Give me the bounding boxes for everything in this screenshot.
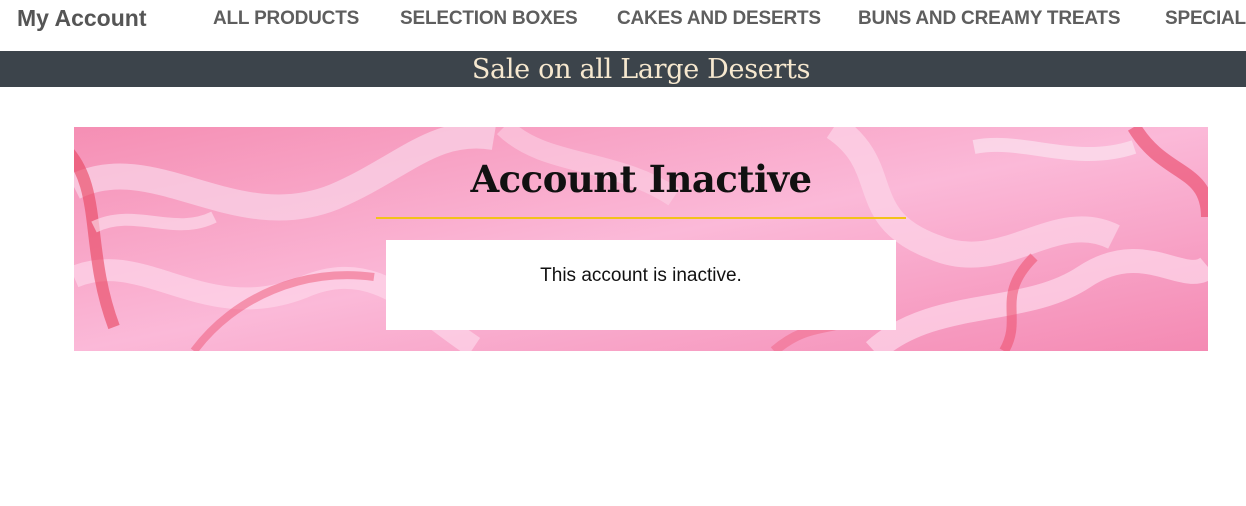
nav-selection-boxes[interactable]: SELECTION BOXES bbox=[400, 8, 578, 30]
hero-section: Account Inactive This account is inactiv… bbox=[74, 127, 1208, 351]
inactive-message: This account is inactive. bbox=[540, 265, 742, 286]
nav-buns-and-creamy-treats[interactable]: BUNS AND CREAMY TREATS bbox=[858, 8, 1121, 30]
nav-special[interactable]: SPECIAL bbox=[1165, 8, 1246, 30]
message-card: This account is inactive. bbox=[386, 240, 896, 330]
sale-banner: Sale on all Large Deserts bbox=[0, 51, 1246, 87]
nav-cakes-and-deserts[interactable]: CAKES AND DESERTS bbox=[617, 8, 821, 30]
title-divider bbox=[376, 217, 906, 219]
sale-banner-text: Sale on all Large Deserts bbox=[471, 54, 811, 85]
top-navigation: My Account ALL PRODUCTS SELECTION BOXES … bbox=[0, 0, 1246, 51]
nav-all-products[interactable]: ALL PRODUCTS bbox=[213, 8, 359, 30]
my-account-link[interactable]: My Account bbox=[17, 5, 147, 32]
page-title: Account Inactive bbox=[470, 157, 812, 201]
